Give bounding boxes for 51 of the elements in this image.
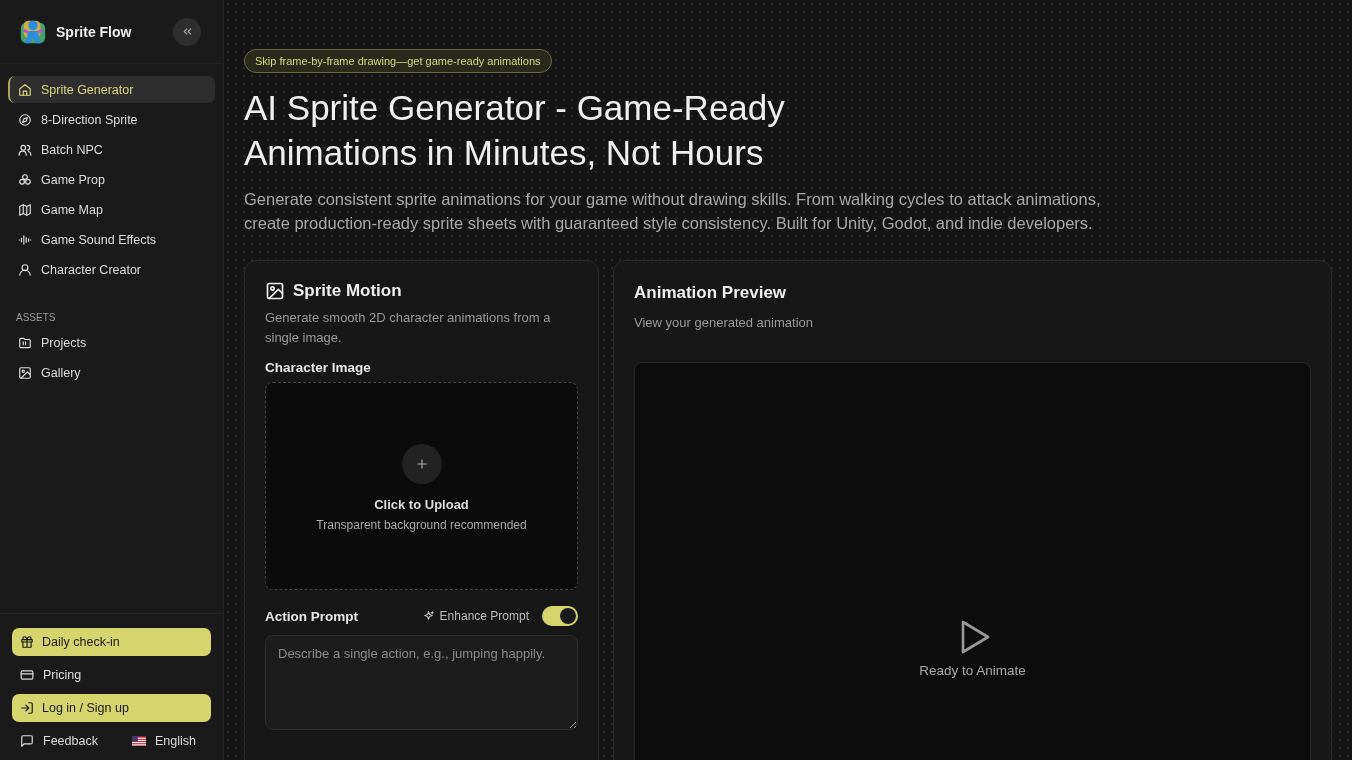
log-in-icon [20, 701, 34, 715]
nav-item[interactable]: Batch NPC [8, 136, 215, 163]
card-description: View your generated animation [634, 315, 814, 330]
card-title: Animation Preview [634, 283, 788, 303]
nav-item[interactable]: Game Map [8, 196, 215, 223]
feedback-link[interactable]: Feedback [12, 728, 106, 754]
audio-wave-icon [18, 232, 32, 247]
prompt-field[interactable]: Describe a single action, e.g., jumping happily. [265, 635, 578, 730]
nav-item[interactable]: 8-Direction Sprite [8, 106, 215, 133]
home-icon [18, 82, 32, 97]
collapse-button[interactable] [173, 17, 201, 46]
map-icon [18, 202, 32, 217]
page-description: Generate consistent sprite animations for your game without drawing skills. From walking cycles to attack animations, create production-ready sprite sheets with guaranteed style consistency. Built for Unity, Godot, and indie developers. [244, 189, 1102, 234]
upload-hint: Transparent background recommended [316, 518, 527, 532]
upload-title: Click to Upload [374, 497, 469, 512]
nav-item[interactable]: Game Prop [8, 166, 215, 193]
login-button[interactable]: Log in / Sign up [12, 694, 211, 722]
sparkles-icon [421, 609, 435, 623]
app-name: Sprite Flow [56, 23, 133, 40]
field-label: Character Image [265, 360, 372, 375]
toggle-label: Enhance Prompt [439, 609, 529, 623]
daily-checkin-button[interactable]: Daily check-in [12, 628, 211, 656]
pricing-link[interactable]: Pricing [12, 662, 211, 688]
credit-card-icon [20, 668, 34, 682]
users-icon [18, 142, 32, 157]
status-text: Ready to Animate [919, 663, 1026, 678]
nav-item[interactable]: Sprite Generator [8, 76, 215, 103]
language-selector[interactable]: English [123, 728, 204, 754]
message-icon [20, 734, 34, 748]
flag-icon [131, 736, 146, 746]
field-label: Action Prompt [265, 608, 358, 624]
nav-item[interactable]: Character Creator [8, 256, 215, 283]
image-icon [18, 365, 32, 380]
folder-icon [18, 335, 32, 350]
page-title: AI Sprite Generator - Game-Ready [244, 87, 785, 129]
image-icon [265, 281, 285, 301]
gift-icon [20, 635, 34, 649]
plus-icon [401, 444, 442, 484]
user-icon [18, 262, 32, 277]
tagline-badge: Skip frame-by-frame drawing—get game-ready animations [244, 49, 552, 73]
section-heading: ASSETS [16, 312, 57, 323]
boxes-icon [18, 172, 32, 187]
upload-area[interactable]: Click to Upload Transparent background recommended [265, 382, 578, 590]
nav-item[interactable]: Gallery [8, 359, 215, 386]
page-title: Animations in Minutes, Not Hours [244, 132, 764, 174]
card-description: Generate smooth 2D character animations from a single image. [265, 309, 552, 347]
nav-item[interactable]: Projects [8, 329, 215, 356]
card-title: Sprite Motion [293, 281, 402, 301]
nav-item[interactable]: Game Sound Effects [8, 226, 215, 253]
toggle-switch[interactable] [542, 606, 578, 626]
compass-icon [18, 112, 32, 127]
